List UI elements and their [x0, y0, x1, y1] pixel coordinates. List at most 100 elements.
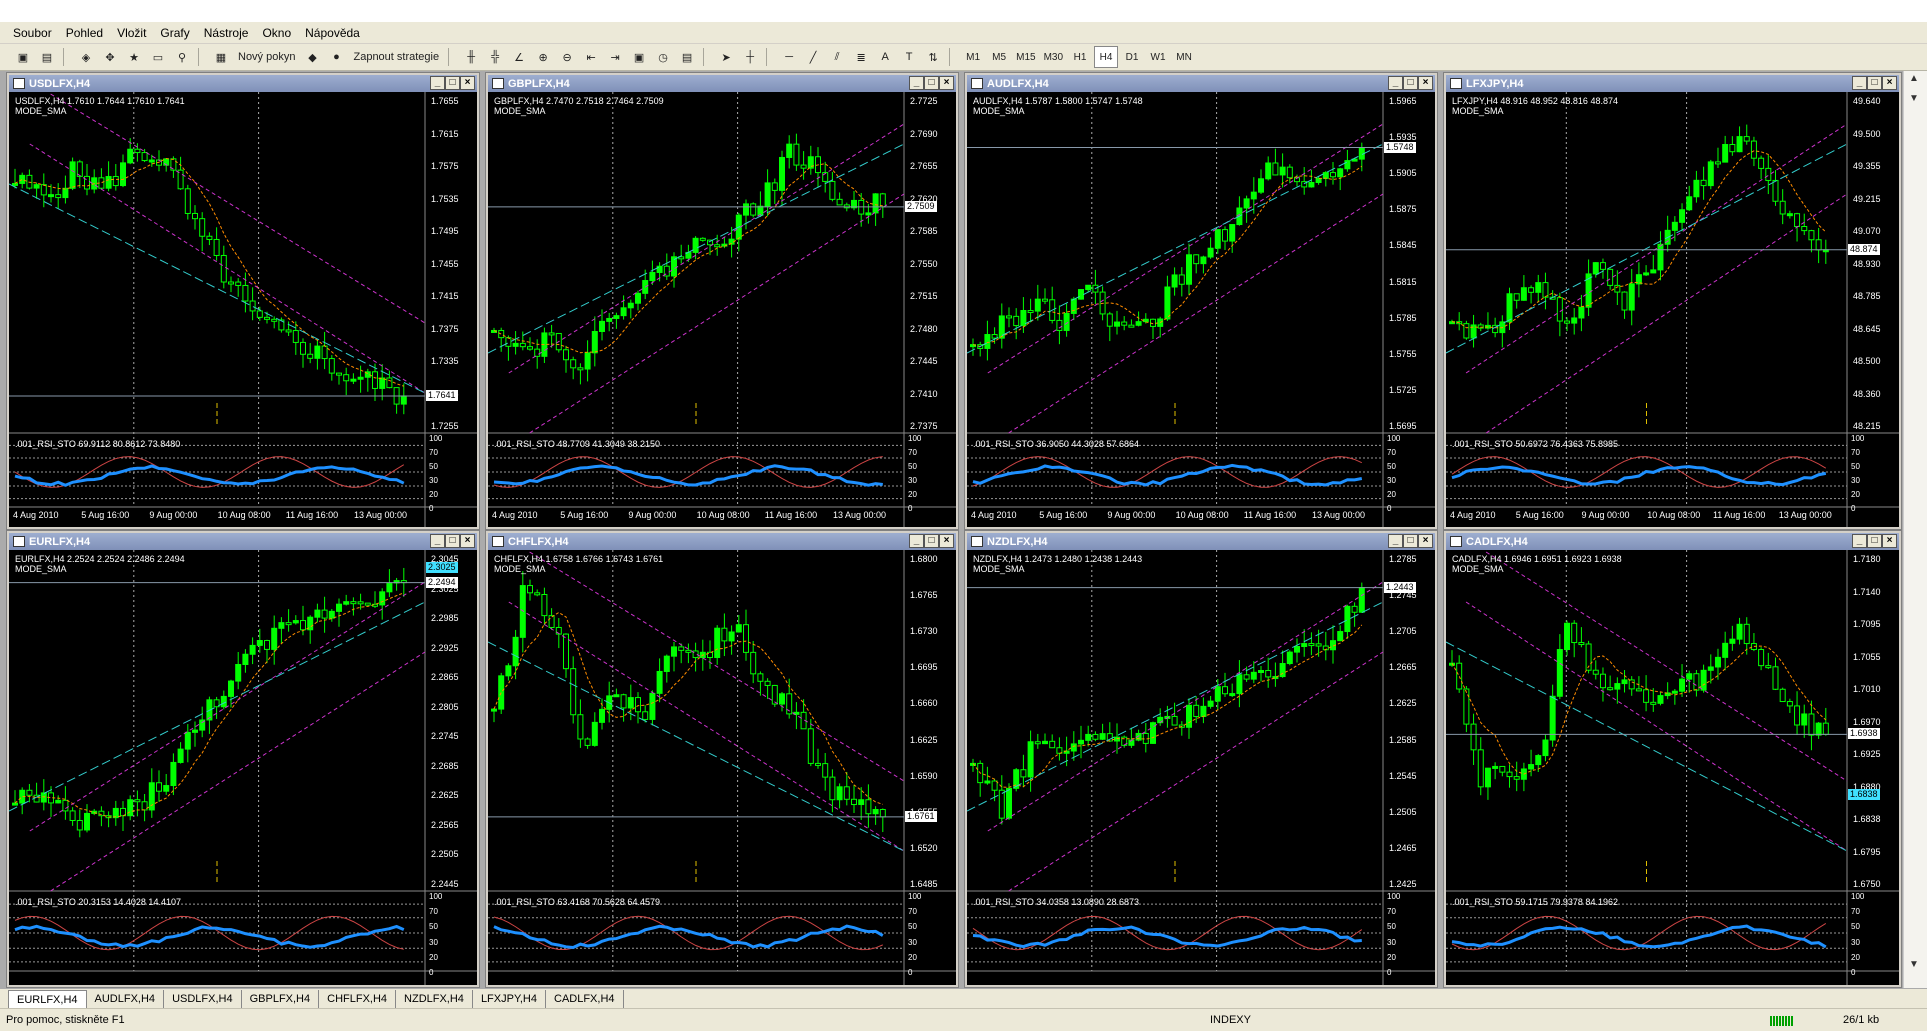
- maximize-icon[interactable]: □: [924, 534, 939, 548]
- minimize-icon[interactable]: _: [909, 76, 924, 90]
- channel-icon[interactable]: ⫽: [826, 46, 848, 68]
- chart-tab[interactable]: USDLFX,H4: [164, 990, 242, 1008]
- maximize-icon[interactable]: □: [445, 76, 460, 90]
- chart-window-titlebar[interactable]: EURLFX,H4 _ □ ×: [9, 533, 477, 550]
- chart-window[interactable]: LFXJPY,H4 _ □ × LFXJPY,H4 48.916 48.952 48.8…: [1443, 72, 1902, 530]
- timeframe-m15[interactable]: M15: [1013, 46, 1038, 68]
- timeframe-m30[interactable]: M30: [1041, 46, 1066, 68]
- chart-window[interactable]: CHFLFX,H4 _ □ × CHFLFX,H4 1.6758 1.6766 1.67…: [485, 530, 959, 988]
- menu-item-4[interactable]: Nástroje: [197, 22, 256, 44]
- new-order-icon[interactable]: ▦: [210, 46, 232, 68]
- bar-chart-icon[interactable]: ╫: [460, 46, 482, 68]
- price-chart[interactable]: USDLFX,H4 1.7610 1.7644 1.7610 1.7641 MOD…: [9, 92, 477, 527]
- strategy-button[interactable]: Zapnout strategie: [349, 46, 443, 68]
- timeframe-d1[interactable]: D1: [1120, 46, 1144, 68]
- close-icon[interactable]: ×: [1882, 534, 1897, 548]
- tester-icon[interactable]: ⚲: [171, 46, 193, 68]
- chart-canvas[interactable]: [488, 92, 956, 527]
- price-chart[interactable]: CADLFX,H4 1.6946 1.6951 1.6923 1.6938 MOD…: [1446, 550, 1899, 985]
- timeframe-m5[interactable]: M5: [987, 46, 1011, 68]
- chart-window[interactable]: CADLFX,H4 _ □ × CADLFX,H4 1.6946 1.6951 1.69…: [1443, 530, 1902, 988]
- zoom-out-icon[interactable]: ⊖: [556, 46, 578, 68]
- chart-tab[interactable]: CADLFX,H4: [546, 990, 624, 1008]
- scroll-down-icon[interactable]: ▼: [1909, 959, 1919, 970]
- minimize-icon[interactable]: _: [430, 534, 445, 548]
- close-icon[interactable]: ×: [1882, 76, 1897, 90]
- chart-canvas[interactable]: [1446, 92, 1899, 527]
- chart-window-titlebar[interactable]: LFXJPY,H4 _ □ ×: [1446, 75, 1899, 92]
- alert-icon[interactable]: ◆: [301, 46, 323, 68]
- autoscroll-icon[interactable]: ⇤: [580, 46, 602, 68]
- minimize-icon[interactable]: _: [430, 76, 445, 90]
- chart-canvas[interactable]: [1446, 550, 1899, 985]
- close-icon[interactable]: ×: [1418, 76, 1433, 90]
- timeframe-w1[interactable]: W1: [1146, 46, 1170, 68]
- minimize-icon[interactable]: _: [1388, 534, 1403, 548]
- cursor-icon[interactable]: ➤: [715, 46, 737, 68]
- fibo-icon[interactable]: ≣: [850, 46, 872, 68]
- strategy-icon[interactable]: ●: [325, 46, 347, 68]
- maximize-icon[interactable]: □: [1867, 534, 1882, 548]
- price-chart[interactable]: GBPLFX,H4 2.7470 2.7518 2.7464 2.7509 MOD…: [488, 92, 956, 527]
- maximize-icon[interactable]: □: [1403, 534, 1418, 548]
- new-order-button[interactable]: Nový pokyn: [234, 46, 299, 68]
- navigator-icon[interactable]: ✥: [99, 46, 121, 68]
- chart-window[interactable]: NZDLFX,H4 _ □ × NZDLFX,H4 1.2473 1.2480 1.24…: [964, 530, 1438, 988]
- close-icon[interactable]: ×: [939, 534, 954, 548]
- hline-icon[interactable]: ─: [778, 46, 800, 68]
- menu-item-5[interactable]: Okno: [255, 22, 298, 44]
- maximize-icon[interactable]: □: [924, 76, 939, 90]
- templates-icon[interactable]: ▤: [676, 46, 698, 68]
- chart-window-titlebar[interactable]: CHFLFX,H4 _ □ ×: [488, 533, 956, 550]
- close-icon[interactable]: ×: [460, 534, 475, 548]
- close-icon[interactable]: ×: [460, 76, 475, 90]
- price-chart[interactable]: LFXJPY,H4 48.916 48.952 48.816 48.874 MOD…: [1446, 92, 1899, 527]
- menu-item-2[interactable]: Vložit: [110, 22, 153, 44]
- chart-tab[interactable]: NZDLFX,H4: [396, 990, 473, 1008]
- chart-canvas[interactable]: [488, 550, 956, 985]
- chart-canvas[interactable]: [967, 92, 1435, 527]
- menu-item-3[interactable]: Grafy: [153, 22, 196, 44]
- price-chart[interactable]: AUDLFX,H4 1.5787 1.5800 1.5747 1.5748 MOD…: [967, 92, 1435, 527]
- minimize-icon[interactable]: _: [1388, 76, 1403, 90]
- chart-tab[interactable]: EURLFX,H4: [8, 990, 87, 1008]
- label-icon[interactable]: T: [898, 46, 920, 68]
- scroll-down-icon[interactable]: ▼: [1909, 93, 1919, 104]
- vertical-scrollbar[interactable]: ▲ ▼ ▼: [1903, 71, 1927, 988]
- favorites-icon[interactable]: ★: [123, 46, 145, 68]
- menu-item-0[interactable]: Soubor: [6, 22, 59, 44]
- chart-tab[interactable]: GBPLFX,H4: [242, 990, 320, 1008]
- chart-window-titlebar[interactable]: GBPLFX,H4 _ □ ×: [488, 75, 956, 92]
- chart-canvas[interactable]: [967, 550, 1435, 985]
- chart-canvas[interactable]: [9, 550, 477, 985]
- menu-item-1[interactable]: Pohled: [59, 22, 110, 44]
- chart-window[interactable]: GBPLFX,H4 _ □ × GBPLFX,H4 2.7470 2.7518 2.74…: [485, 72, 959, 530]
- market-watch-icon[interactable]: ◈: [75, 46, 97, 68]
- chart-window-titlebar[interactable]: AUDLFX,H4 _ □ ×: [967, 75, 1435, 92]
- zoom-in-icon[interactable]: ⊕: [532, 46, 554, 68]
- minimize-icon[interactable]: _: [1852, 534, 1867, 548]
- crosshair-icon[interactable]: ┼: [739, 46, 761, 68]
- scroll-up-icon[interactable]: ▲: [1909, 73, 1919, 84]
- timeframe-h1[interactable]: H1: [1068, 46, 1092, 68]
- chart-tab[interactable]: CHFLFX,H4: [319, 990, 397, 1008]
- periods-icon[interactable]: ◷: [652, 46, 674, 68]
- minimize-icon[interactable]: _: [1852, 76, 1867, 90]
- line-chart-icon[interactable]: ∠: [508, 46, 530, 68]
- price-chart[interactable]: NZDLFX,H4 1.2473 1.2480 1.2438 1.2443 MOD…: [967, 550, 1435, 985]
- chart-shift-icon[interactable]: ⇥: [604, 46, 626, 68]
- chart-window[interactable]: EURLFX,H4 _ □ × EURLFX,H4 2.2524 2.2524 2.24…: [6, 530, 480, 988]
- maximize-icon[interactable]: □: [1867, 76, 1882, 90]
- chart-window-titlebar[interactable]: USDLFX,H4 _ □ ×: [9, 75, 477, 92]
- chart-window-titlebar[interactable]: NZDLFX,H4 _ □ ×: [967, 533, 1435, 550]
- text-icon[interactable]: A: [874, 46, 896, 68]
- chart-window[interactable]: AUDLFX,H4 _ □ × AUDLFX,H4 1.5787 1.5800 1.57…: [964, 72, 1438, 530]
- arrows-icon[interactable]: ⇅: [922, 46, 944, 68]
- maximize-icon[interactable]: □: [445, 534, 460, 548]
- price-chart[interactable]: EURLFX,H4 2.2524 2.2524 2.2486 2.2494 MOD…: [9, 550, 477, 985]
- chart-tab[interactable]: AUDLFX,H4: [87, 990, 165, 1008]
- timeframe-mn[interactable]: MN: [1172, 46, 1196, 68]
- maximize-icon[interactable]: □: [1403, 76, 1418, 90]
- chart-canvas[interactable]: [9, 92, 477, 527]
- profiles-icon[interactable]: ▤: [36, 46, 58, 68]
